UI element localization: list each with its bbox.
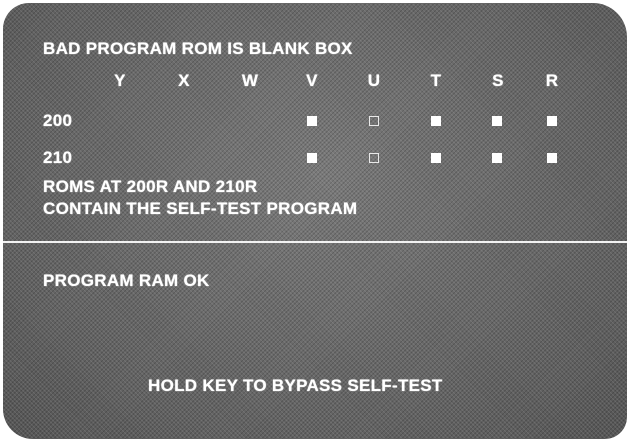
rom-200s-status-box: [492, 116, 502, 126]
column-label-v: V: [306, 71, 318, 90]
rom-status-header: BAD PROGRAM ROM IS BLANK BOX: [43, 39, 353, 58]
rom-200t-status-box: [431, 116, 441, 126]
crt-screen: BAD PROGRAM ROM IS BLANK BOX Y X W V U T…: [3, 3, 627, 439]
column-label-y: Y: [114, 71, 126, 90]
rom-200u-status-box: [369, 116, 379, 126]
column-label-t: T: [430, 71, 442, 90]
rom-row-label-210: 210: [43, 148, 73, 167]
column-label-x: X: [178, 71, 190, 90]
rom-210v-status-box: [307, 153, 317, 163]
column-label-s: S: [492, 71, 504, 90]
ram-status-text: PROGRAM RAM OK: [43, 271, 210, 290]
column-label-u: U: [367, 71, 381, 90]
bypass-instruction: HOLD KEY TO BYPASS SELF-TEST: [148, 376, 443, 395]
rom-200v-status-box: [307, 116, 317, 126]
rom-200r-status-box: [547, 116, 557, 126]
column-label-w: W: [241, 71, 259, 90]
column-label-r: R: [545, 71, 559, 90]
rom-note-line1: ROMS AT 200R AND 210R: [43, 177, 258, 196]
rom-note-line2: CONTAIN THE SELF-TEST PROGRAM: [43, 199, 358, 218]
rom-210s-status-box: [492, 153, 502, 163]
section-divider: [3, 241, 627, 243]
rom-210r-status-box: [547, 153, 557, 163]
rom-row-label-200: 200: [43, 111, 73, 130]
rom-210t-status-box: [431, 153, 441, 163]
rom-210u-status-box: [369, 153, 379, 163]
